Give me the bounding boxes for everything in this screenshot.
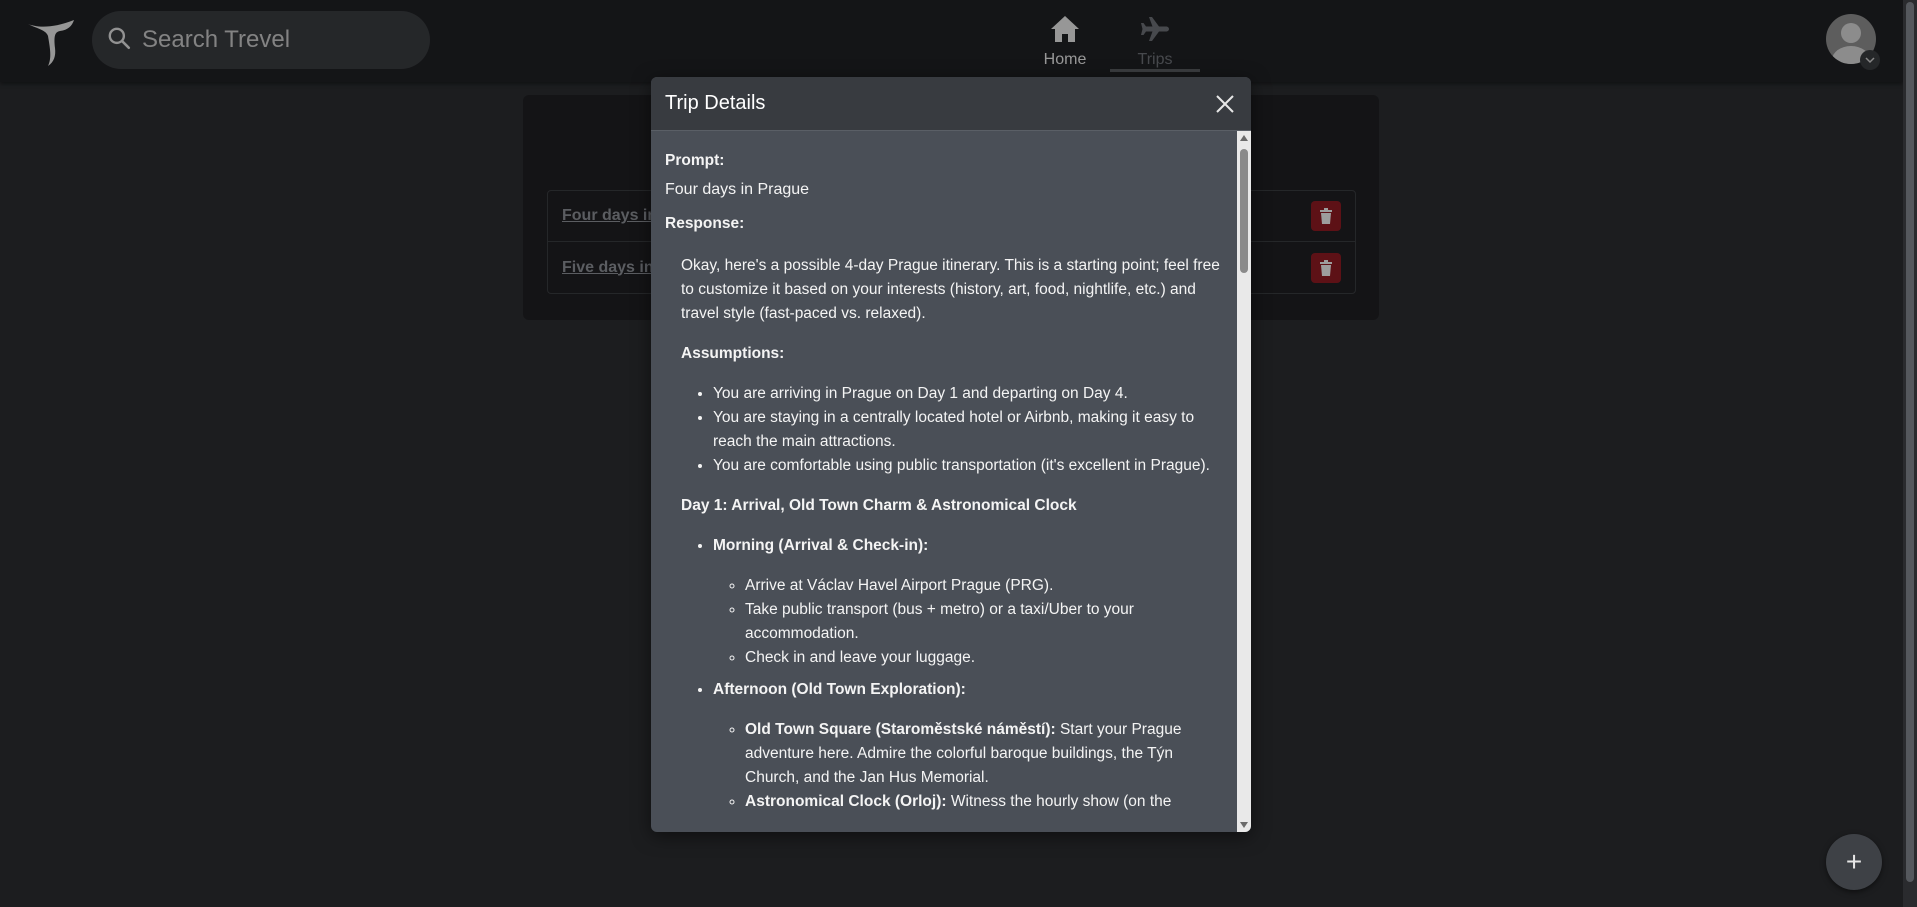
list-item: You are arriving in Prague on Day 1 and …: [713, 382, 1223, 406]
list-item: Arrive at Václav Havel Airport Prague (P…: [745, 574, 1223, 598]
list-item: You are staying in a centrally located h…: [713, 406, 1223, 454]
modal-header: Trip Details: [651, 77, 1251, 131]
close-icon[interactable]: [1213, 92, 1237, 116]
item-heading: Astronomical Clock (Orloj):: [745, 793, 947, 810]
response-intro: Okay, here's a possible 4-day Prague iti…: [681, 257, 1220, 322]
assumptions-heading: Assumptions:: [681, 345, 785, 362]
item-heading: Old Town Square (Staroměstské náměstí):: [745, 721, 1056, 738]
item-text: Witness the hourly show (on the: [946, 793, 1172, 810]
afternoon-heading: Afternoon (Old Town Exploration):: [713, 681, 966, 698]
day1-list: Morning (Arrival & Check-in): Arrive at …: [713, 534, 1223, 814]
modal-title: Trip Details: [665, 92, 766, 114]
assumptions-list: You are arriving in Prague on Day 1 and …: [713, 382, 1223, 478]
list-item: Afternoon (Old Town Exploration): Old To…: [713, 678, 1223, 814]
modal-body[interactable]: Prompt: Four days in Prague Response: Ok…: [651, 131, 1237, 832]
list-item: Check in and leave your luggage.: [745, 646, 1223, 670]
afternoon-list: Old Town Square (Staroměstské náměstí): …: [745, 718, 1223, 814]
scroll-up-arrow-icon[interactable]: [1240, 135, 1248, 141]
list-item: You are comfortable using public transpo…: [713, 454, 1223, 478]
scroll-down-arrow-icon[interactable]: [1240, 822, 1248, 828]
add-trip-button[interactable]: +: [1826, 834, 1882, 890]
response-content: Okay, here's a possible 4-day Prague iti…: [665, 254, 1223, 814]
list-item: Take public transport (bus + metro) or a…: [745, 598, 1223, 646]
page-scrollbar[interactable]: [1903, 0, 1917, 907]
trip-details-modal: Trip Details Prompt: Four days in Prague…: [651, 77, 1251, 832]
list-item: Astronomical Clock (Orloj): Witness the …: [745, 790, 1223, 814]
list-item: Old Town Square (Staroměstské náměstí): …: [745, 718, 1223, 790]
list-item: Morning (Arrival & Check-in): Arrive at …: [713, 534, 1223, 670]
day1-heading: Day 1: Arrival, Old Town Charm & Astrono…: [681, 497, 1077, 514]
scrollbar-thumb[interactable]: [1240, 149, 1248, 273]
plus-icon: +: [1845, 846, 1863, 877]
morning-heading: Morning (Arrival & Check-in):: [713, 537, 929, 554]
page-scrollbar-thumb[interactable]: [1906, 2, 1914, 882]
morning-list: Arrive at Václav Havel Airport Prague (P…: [745, 574, 1223, 670]
response-label: Response:: [665, 215, 745, 232]
modal-scrollbar[interactable]: [1237, 131, 1251, 832]
prompt-label: Prompt:: [665, 152, 725, 169]
prompt-text: Four days in Prague: [665, 181, 810, 198]
